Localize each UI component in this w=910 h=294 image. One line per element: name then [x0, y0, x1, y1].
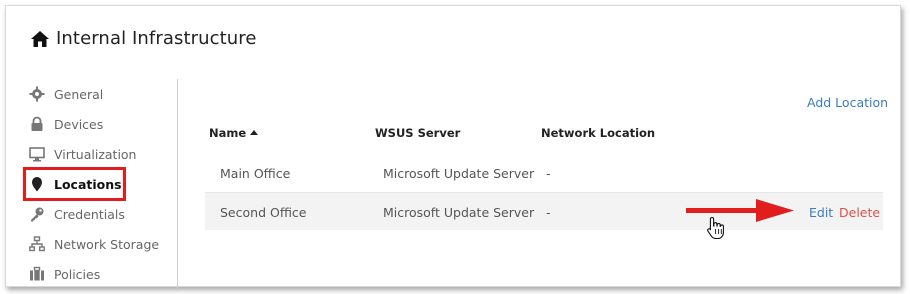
- sidebar-item-label: Policies: [54, 266, 101, 282]
- column-header-network-location[interactable]: Network Location: [541, 126, 655, 140]
- sidebar-item-label: General: [54, 86, 104, 102]
- gear-icon: [28, 86, 46, 102]
- sidebar-item-label: Locations: [54, 176, 122, 192]
- key-icon: [28, 206, 46, 222]
- settings-panel: Internal Infrastructure General Devices …: [5, 5, 901, 291]
- column-header-name[interactable]: Name: [209, 126, 259, 140]
- network-location: -: [546, 205, 551, 220]
- map-pin-icon: [28, 176, 46, 192]
- sidebar-item-policies[interactable]: Policies: [28, 259, 178, 289]
- table-row[interactable]: Main Office Microsoft Update Server -: [205, 154, 883, 191]
- page-header: Internal Infrastructure: [30, 28, 257, 49]
- page-title: Internal Infrastructure: [56, 28, 257, 49]
- sidebar-item-locations[interactable]: Locations: [23, 167, 178, 201]
- wsus-server: Microsoft Update Server: [383, 166, 535, 181]
- lock-icon: [28, 116, 46, 132]
- sidebar-item-label: Credentials: [54, 206, 125, 222]
- delete-link[interactable]: Delete: [839, 205, 880, 220]
- briefcase-icon: [28, 266, 46, 282]
- sidebar-divider: [177, 79, 178, 291]
- hand-cursor-icon: [707, 216, 724, 240]
- network-icon: [28, 236, 46, 252]
- monitor-icon: [28, 146, 46, 162]
- home-icon: [31, 30, 49, 47]
- location-name: Main Office: [220, 166, 291, 181]
- sidebar-item-general[interactable]: General: [28, 79, 178, 109]
- sidebar-item-label: Virtualization: [54, 146, 137, 162]
- column-header-wsus-server[interactable]: WSUS Server: [375, 126, 460, 140]
- edit-link[interactable]: Edit: [809, 205, 833, 220]
- locations-table: Name WSUS Server Network Location Main O…: [205, 119, 883, 230]
- wsus-server: Microsoft Update Server: [383, 205, 535, 220]
- sidebar-item-label: Devices: [54, 116, 104, 132]
- sidebar-item-network-storage[interactable]: Network Storage: [28, 229, 178, 259]
- sidebar-item-label: Network Storage: [54, 236, 160, 252]
- network-location: -: [546, 166, 551, 181]
- add-location-link[interactable]: Add Location: [807, 95, 888, 110]
- sidebar-item-devices[interactable]: Devices: [28, 109, 178, 139]
- sort-ascending-icon: [250, 130, 259, 135]
- settings-sidebar: General Devices Virtualization Locations: [23, 79, 178, 289]
- red-arrow-annotation: [686, 199, 794, 222]
- sidebar-item-virtualization[interactable]: Virtualization: [28, 139, 178, 169]
- table-header: Name WSUS Server Network Location: [205, 119, 883, 145]
- sidebar-item-credentials[interactable]: Credentials: [28, 199, 178, 229]
- location-name: Second Office: [220, 205, 307, 220]
